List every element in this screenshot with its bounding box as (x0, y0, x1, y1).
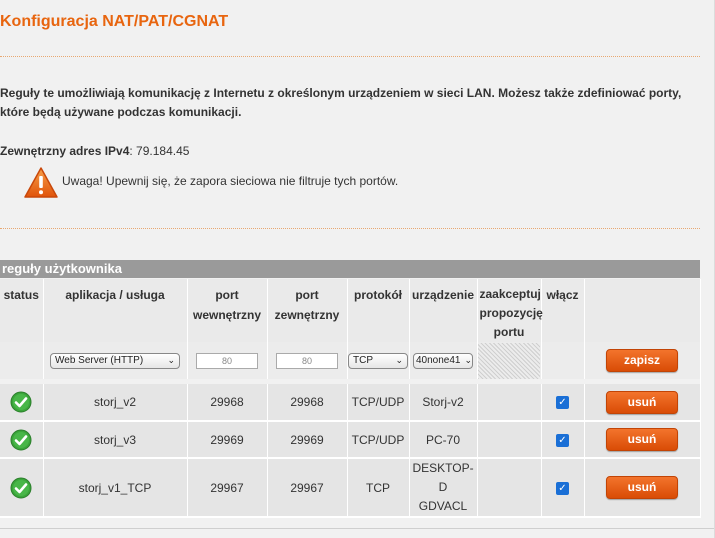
external-address-value: : 79.184.45 (129, 144, 190, 158)
accept-cell (477, 421, 542, 459)
app-cell: storj_v3 (43, 421, 188, 459)
enable-checkbox[interactable]: ✓ (556, 481, 569, 495)
port-int-cell: 29968 (187, 384, 268, 422)
port-int-cell: 29967 (187, 458, 268, 518)
port-ext-cell: 29967 (267, 458, 348, 518)
new-rule-accept-cell (477, 342, 542, 379)
device-name: DESKTOP-D GDVACL (410, 459, 477, 516)
new-rule-row: Web Server (HTTP) ⌄ 80 80 TCP ⌄ 40none41… (0, 342, 701, 379)
column-header-port-int-line2: wewnętrzny (192, 308, 261, 322)
port-int-cell: 29969 (187, 421, 268, 459)
device-cell: DESKTOP-D GDVACL (409, 458, 478, 518)
status-cell (0, 458, 44, 518)
column-header-port-ext-line1: port (295, 288, 319, 302)
delete-button[interactable]: usuń (606, 428, 678, 451)
device-name-line1: DESKTOP-D (412, 461, 474, 494)
column-header-device: urządzenie (409, 279, 478, 342)
rules-table: status aplikacja / usługa port wewnętrzn… (0, 279, 701, 518)
column-header-port-int: port wewnętrzny (187, 279, 268, 342)
action-cell: usuń (584, 421, 701, 459)
column-header-port-ext-line2: zewnętrzny (274, 308, 340, 322)
accept-cell (477, 458, 542, 518)
device-name-line2: GDVACL (418, 499, 468, 513)
column-header-app: aplikacja / usługa (43, 279, 188, 342)
action-cell: usuń (584, 384, 701, 422)
divider (0, 528, 715, 529)
column-header-actions (584, 279, 701, 342)
save-button[interactable]: zapisz (606, 349, 678, 372)
device-select-value: 40none41 (416, 355, 461, 367)
check-ok-icon (10, 391, 32, 413)
table-header-row: status aplikacja / usługa port wewnętrzn… (0, 279, 701, 342)
enable-cell: ✓ (541, 458, 585, 518)
port-ext-cell: 29969 (267, 421, 348, 459)
device-cell: PC-70 (409, 421, 478, 459)
divider (0, 228, 700, 229)
enable-cell: ✓ (541, 421, 585, 459)
column-header-enable: włącz (541, 279, 585, 342)
device-cell: Storj-v2 (409, 384, 478, 422)
internal-port-input[interactable]: 80 (196, 352, 258, 369)
new-rule-status (0, 342, 44, 379)
table-row: storj_v2 29968 29968 TCP/UDP Storj-v2 ✓ … (0, 384, 701, 422)
new-rule-action-cell: zapisz (584, 342, 701, 379)
column-header-accept: zaakceptuj propozycję portu (477, 279, 543, 342)
new-rule-app-cell: Web Server (HTTP) ⌄ (43, 342, 188, 379)
check-ok-icon (10, 477, 32, 498)
chevron-down-icon: ⌄ (395, 355, 403, 366)
intro-text: Reguły te umożliwiają komunikację z Inte… (0, 86, 682, 119)
protocol-cell: TCP/UDP (347, 421, 410, 459)
app-select-value: Web Server (HTTP) (55, 355, 144, 367)
app-select[interactable]: Web Server (HTTP) ⌄ (50, 352, 180, 369)
protocol-cell: TCP (347, 458, 410, 518)
accept-cell (477, 384, 542, 422)
protocol-cell: TCP/UDP (347, 384, 410, 422)
enable-checkbox[interactable]: ✓ (556, 396, 569, 410)
delete-button[interactable]: usuń (606, 390, 678, 414)
warning-triangle-icon (24, 167, 58, 198)
column-header-accept-line3: portu (493, 325, 525, 339)
status-cell (0, 421, 44, 459)
status-cell (0, 384, 44, 422)
column-header-status: status (0, 279, 44, 342)
new-rule-enable-cell (541, 342, 585, 379)
app-cell: storj_v2 (43, 384, 188, 422)
protocol-select-value: TCP (353, 355, 373, 367)
warning-text: Uwaga! Upewnij się, że zapora sieciowa n… (62, 174, 399, 188)
column-header-accept-line2: propozycję (479, 306, 543, 320)
new-rule-protocol-cell: TCP ⌄ (347, 342, 410, 379)
disabled-cell (478, 342, 540, 379)
column-header-port-ext: port zewnętrzny (267, 279, 348, 342)
new-rule-port-int-cell: 80 (187, 342, 268, 379)
divider (0, 56, 700, 57)
device-select[interactable]: 40none41 ⌄ (413, 352, 473, 369)
chevron-down-icon: ⌄ (167, 355, 175, 366)
page-title: Konfiguracja NAT/PAT/CGNAT (0, 13, 229, 30)
external-port-input[interactable]: 80 (276, 352, 338, 369)
delete-button[interactable]: usuń (606, 476, 678, 499)
table-row: storj_v1_TCP 29967 29967 TCP DESKTOP-D GD… (0, 458, 701, 518)
port-ext-cell: 29968 (267, 384, 348, 422)
external-address-label: Zewnętrzny adres IPv4 (0, 144, 130, 158)
external-address: Zewnętrzny adres IPv4: 79.184.45 (0, 144, 189, 158)
action-cell: usuń (584, 458, 701, 518)
column-header-accept-line1: zaakceptuj (479, 287, 541, 301)
chevron-down-icon: ⌄ (464, 355, 473, 366)
new-rule-port-ext-cell: 80 (267, 342, 348, 379)
column-header-protocol: protokół (347, 279, 410, 342)
app-cell: storj_v1_TCP (43, 458, 188, 518)
check-ok-icon (10, 429, 32, 450)
protocol-select[interactable]: TCP ⌄ (348, 352, 408, 369)
new-rule-device-cell: 40none41 ⌄ (409, 342, 478, 379)
table-row: storj_v3 29969 29969 TCP/UDP PC-70 ✓ usu… (0, 421, 701, 459)
enable-checkbox[interactable]: ✓ (556, 433, 569, 447)
column-header-port-int-line1: port (215, 288, 239, 302)
section-header: reguły użytkownika (0, 260, 700, 278)
enable-cell: ✓ (541, 384, 585, 422)
